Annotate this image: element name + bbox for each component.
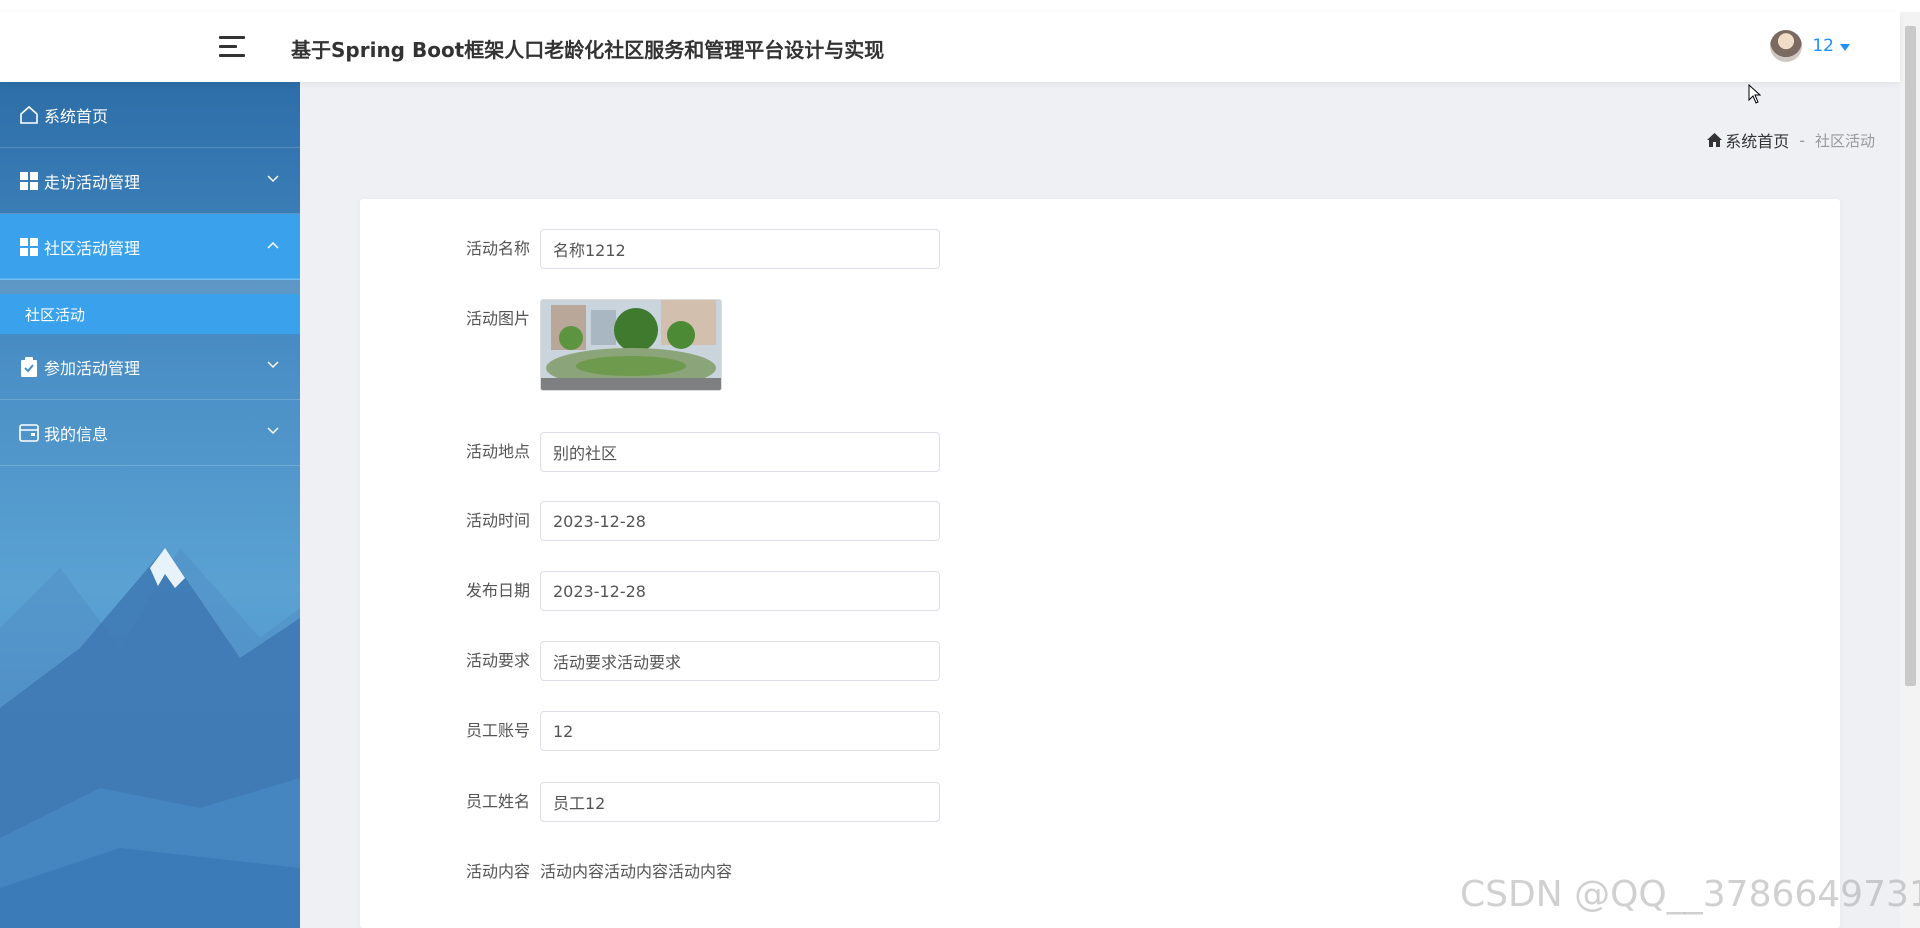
sidebar-item-my-info[interactable]: 我的信息 — [0, 400, 300, 466]
breadcrumb-separator: - — [1799, 130, 1805, 150]
staff-name-field[interactable] — [540, 782, 940, 822]
caret-down-icon[interactable] — [1840, 43, 1850, 51]
activity-time-field[interactable] — [540, 501, 940, 541]
mountain-illustration — [0, 548, 300, 928]
activity-image[interactable] — [540, 299, 722, 391]
sidebar-item-label: 我的信息 — [44, 424, 109, 444]
grid-icon — [18, 170, 40, 192]
user-menu[interactable]: 12 — [1770, 30, 1850, 62]
activity-requirement-field[interactable] — [540, 641, 940, 681]
field-label: 活动名称 — [465, 239, 530, 258]
app-title: 基于Spring Boot框架人口老龄化社区服务和管理平台设计与实现 — [291, 38, 885, 62]
field-label: 活动时间 — [465, 511, 530, 530]
user-name[interactable]: 12 — [1812, 36, 1834, 56]
activity-location-field[interactable] — [540, 432, 940, 472]
breadcrumb-current: 社区活动 — [1814, 131, 1875, 150]
sidebar-item-label: 参加活动管理 — [44, 358, 141, 378]
wallet-icon — [18, 422, 40, 444]
home-icon — [18, 104, 40, 126]
watermark: CSDN @QQ__3786649731 — [1460, 874, 1920, 915]
avatar[interactable] — [1770, 30, 1803, 62]
page-scrollbar[interactable] — [1900, 12, 1920, 928]
sidebar: 系统首页 走访活动管理 社区活动管理 社区活动 参加活动管理 我的信息 — [0, 82, 300, 928]
field-label: 活动内容 — [465, 862, 530, 881]
home-icon — [1707, 133, 1723, 147]
breadcrumb-home[interactable]: 系统首页 — [1707, 128, 1789, 152]
sidebar-subitem-community-activity[interactable]: 社区活动 — [0, 294, 300, 334]
chevron-up-icon — [267, 241, 279, 249]
sidebar-item-join-management[interactable]: 参加活动管理 — [0, 334, 300, 400]
breadcrumb: 系统首页 - 社区活动 — [1707, 128, 1875, 152]
form-row-publish-date: 发布日期 — [360, 571, 1840, 611]
field-label: 发布日期 — [465, 581, 530, 600]
breadcrumb-home-label: 系统首页 — [1725, 132, 1790, 151]
form-row-activity-image: 活动图片 — [360, 299, 1840, 391]
activity-name-field[interactable] — [540, 229, 940, 269]
clipboard-icon — [18, 356, 40, 378]
form-row-staff-account: 员工账号 — [360, 711, 1840, 751]
sidebar-item-home[interactable]: 系统首页 — [0, 82, 300, 148]
chevron-down-icon — [267, 361, 279, 369]
field-label: 员工姓名 — [465, 792, 530, 811]
sidebar-item-visit-management[interactable]: 走访活动管理 — [0, 148, 300, 214]
form-row-activity-requirement: 活动要求 — [360, 641, 1840, 681]
form-row-activity-name: 活动名称 — [360, 229, 1840, 269]
detail-form-card: 活动名称 活动图片 活动地点 活动时间 发布日期 — [360, 199, 1840, 928]
activity-content-value: 活动内容活动内容活动内容 — [540, 862, 733, 881]
submenu: 社区活动 — [0, 278, 300, 334]
field-label: 员工账号 — [465, 721, 530, 740]
sidebar-item-community-management[interactable]: 社区活动管理 — [0, 214, 300, 280]
sidebar-item-label: 走访活动管理 — [44, 172, 141, 192]
chevron-down-icon — [267, 427, 279, 435]
grid-icon — [18, 236, 40, 258]
staff-account-field[interactable] — [540, 711, 940, 751]
field-label: 活动地点 — [465, 442, 530, 461]
field-label: 活动要求 — [465, 651, 530, 670]
menu-toggle-icon[interactable] — [219, 34, 245, 58]
mouse-cursor-icon — [1748, 84, 1762, 104]
sidebar-item-label: 社区活动管理 — [44, 238, 141, 258]
form-row-activity-location: 活动地点 — [360, 432, 1840, 472]
top-header: 基于Spring Boot框架人口老龄化社区服务和管理平台设计与实现 12 — [0, 12, 1900, 82]
publish-date-field[interactable] — [540, 571, 940, 611]
form-row-staff-name: 员工姓名 — [360, 782, 1840, 822]
chevron-down-icon — [267, 175, 279, 183]
sidebar-item-label: 系统首页 — [44, 106, 109, 126]
form-row-activity-time: 活动时间 — [360, 501, 1840, 541]
scrollbar-thumb[interactable] — [1905, 26, 1916, 686]
field-label: 活动图片 — [465, 309, 530, 328]
